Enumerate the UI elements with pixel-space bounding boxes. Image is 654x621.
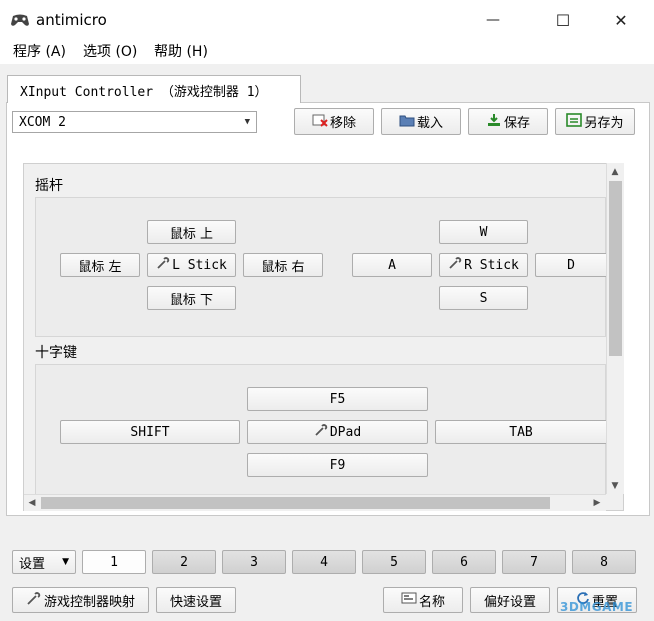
- wrench-icon: [26, 591, 42, 609]
- profile-select[interactable]: XCOM 2 ▼: [12, 111, 257, 133]
- load-button-label: 载入: [416, 116, 443, 131]
- right-stick-up-button[interactable]: W: [439, 220, 528, 244]
- window-title: antimicro: [36, 11, 107, 29]
- save-button-label: 保存: [503, 116, 530, 131]
- left-stick-right-button[interactable]: 鼠标 右: [243, 253, 323, 277]
- maximize-button[interactable]: ☐: [540, 0, 586, 40]
- set-select[interactable]: 设置 ▼: [12, 550, 76, 574]
- menu-program[interactable]: 程序 (A): [13, 43, 66, 61]
- scroll-right-arrow-icon[interactable]: ▶: [590, 496, 604, 509]
- wrench-icon: [448, 257, 462, 273]
- close-icon: ✕: [614, 10, 628, 30]
- controller-mapping-label: 游戏控制器映射: [43, 594, 135, 610]
- load-button[interactable]: 载入: [381, 108, 461, 135]
- preferences-button[interactable]: 偏好设置: [470, 587, 550, 613]
- menu-options[interactable]: 选项 (O): [83, 43, 137, 61]
- set-button-4[interactable]: 4: [292, 550, 356, 574]
- dpad-label: DPad: [329, 424, 362, 440]
- remove-button-label: 移除: [329, 116, 356, 131]
- dpad-down-button[interactable]: F9: [247, 453, 428, 477]
- left-stick-button[interactable]: L Stick: [147, 253, 236, 277]
- vertical-scroll-thumb[interactable]: [609, 181, 622, 356]
- right-stick-down-button[interactable]: S: [439, 286, 528, 310]
- scroll-down-arrow-icon[interactable]: ▼: [607, 479, 623, 493]
- right-stick-label: R Stick: [464, 257, 519, 273]
- dpad-left-button[interactable]: SHIFT: [60, 420, 240, 444]
- left-stick-left-button[interactable]: 鼠标 左: [60, 253, 140, 277]
- set-button-5[interactable]: 5: [362, 550, 426, 574]
- save-as-button[interactable]: 另存为: [555, 108, 635, 135]
- profile-select-value: XCOM 2: [19, 114, 66, 130]
- controller-mapping-button[interactable]: 游戏控制器映射: [12, 587, 149, 613]
- right-stick-left-button[interactable]: A: [352, 253, 432, 277]
- save-icon: [486, 113, 502, 131]
- set-button-1[interactable]: 1: [82, 550, 146, 574]
- left-stick-down-button[interactable]: 鼠标 下: [147, 286, 236, 310]
- menu-help[interactable]: 帮助 (H): [154, 43, 208, 61]
- right-stick-button[interactable]: R Stick: [439, 253, 528, 277]
- set-button-3[interactable]: 3: [222, 550, 286, 574]
- gamepad-icon: [10, 12, 30, 28]
- folder-icon: [399, 113, 415, 131]
- save-as-button-label: 另存为: [584, 116, 624, 131]
- remove-icon: [312, 113, 328, 131]
- tab-controller-1[interactable]: XInput Controller （游戏控制器 1）: [7, 75, 301, 103]
- name-tag-icon: [401, 592, 417, 608]
- scroll-up-arrow-icon[interactable]: ▲: [607, 165, 623, 179]
- watermark-logo: 3DMGAME: [560, 600, 634, 614]
- set-button-7[interactable]: 7: [502, 550, 566, 574]
- dpad-button[interactable]: DPad: [247, 420, 428, 444]
- set-button-6[interactable]: 6: [432, 550, 496, 574]
- names-button-label: 名称: [418, 594, 445, 610]
- set-button-2[interactable]: 2: [152, 550, 216, 574]
- save-button[interactable]: 保存: [468, 108, 548, 135]
- minimize-button[interactable]: —: [470, 0, 516, 40]
- minimize-icon: —: [486, 12, 500, 28]
- wrench-icon: [156, 257, 170, 273]
- set-button-8[interactable]: 8: [572, 550, 636, 574]
- remove-button[interactable]: 移除: [294, 108, 374, 135]
- close-button[interactable]: ✕: [598, 0, 644, 40]
- left-stick-label: L Stick: [172, 257, 227, 273]
- chevron-down-icon: ▼: [244, 117, 250, 127]
- dpad-up-button[interactable]: F5: [247, 387, 428, 411]
- set-select-label: 设置: [19, 556, 46, 572]
- quick-set-button[interactable]: 快速设置: [156, 587, 236, 613]
- left-stick-up-button[interactable]: 鼠标 上: [147, 220, 236, 244]
- dpad-group-title: 十字键: [35, 345, 77, 361]
- right-stick-right-button[interactable]: D: [535, 253, 606, 277]
- dpad-right-button[interactable]: TAB: [435, 420, 606, 444]
- names-button[interactable]: 名称: [383, 587, 463, 613]
- wrench-icon: [314, 424, 328, 440]
- maximize-icon: ☐: [555, 10, 571, 30]
- chevron-down-icon: ▼: [62, 557, 69, 567]
- horizontal-scroll-thumb[interactable]: [41, 497, 550, 509]
- save-as-icon: [566, 112, 583, 131]
- sticks-group-title: 摇杆: [35, 178, 63, 194]
- scroll-left-arrow-icon[interactable]: ◀: [25, 496, 39, 509]
